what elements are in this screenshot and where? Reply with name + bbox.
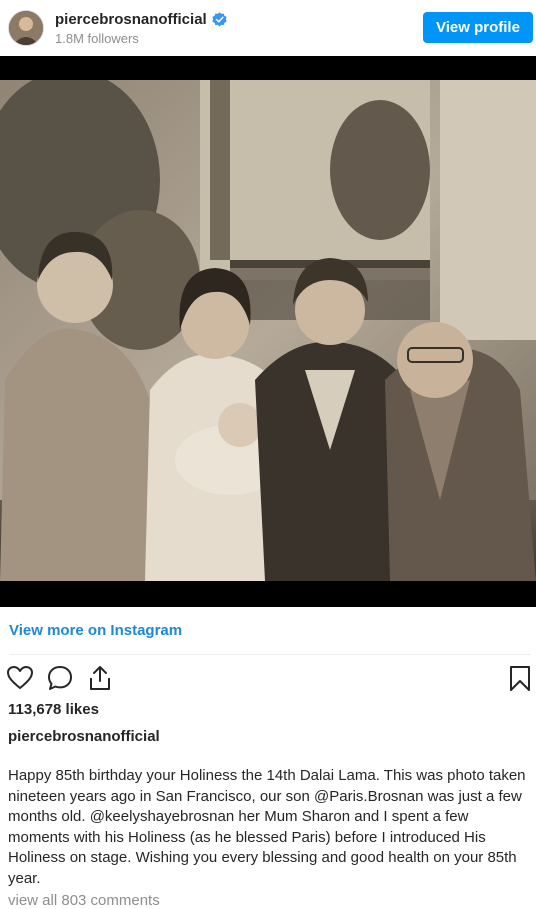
view-more-link[interactable]: View more on Instagram bbox=[9, 622, 182, 639]
heart-icon[interactable] bbox=[6, 664, 34, 692]
post-header: piercebrosnanofficial 1.8M followers Vie… bbox=[0, 0, 536, 56]
view-comments-link[interactable]: view all 803 comments bbox=[8, 892, 160, 909]
view-profile-button[interactable]: View profile bbox=[423, 12, 533, 43]
share-icon[interactable] bbox=[86, 664, 114, 692]
comment-icon[interactable] bbox=[46, 664, 74, 692]
username-row: piercebrosnanofficial bbox=[55, 11, 227, 28]
verified-badge-icon bbox=[212, 12, 227, 27]
username[interactable]: piercebrosnanofficial bbox=[55, 11, 207, 28]
post-caption: Happy 85th birthday your Holiness the 14… bbox=[8, 767, 526, 887]
post-photo-frame bbox=[0, 56, 536, 607]
follower-count: 1.8M followers bbox=[55, 31, 139, 46]
bookmark-icon[interactable] bbox=[506, 664, 534, 692]
avatar[interactable] bbox=[8, 10, 44, 46]
divider bbox=[9, 654, 531, 655]
post-photo[interactable] bbox=[0, 80, 536, 581]
like-count[interactable]: 113,678 likes bbox=[8, 701, 99, 718]
caption-username[interactable]: piercebrosnanofficial bbox=[8, 728, 160, 745]
